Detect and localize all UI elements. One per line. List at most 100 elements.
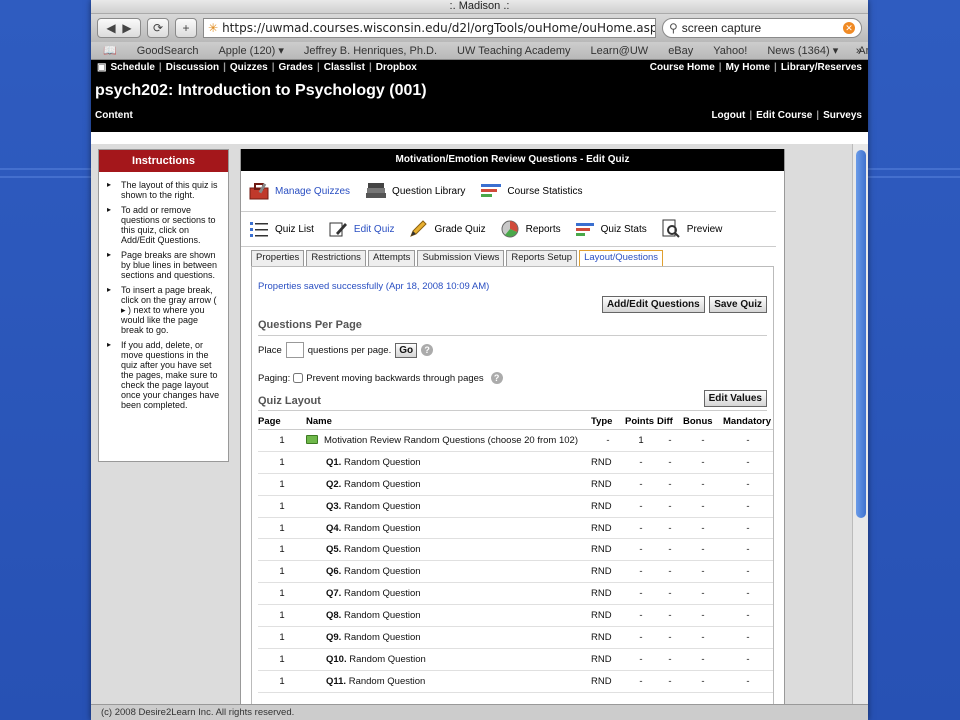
course-statistics-link[interactable]: Course Statistics <box>479 181 582 201</box>
table-row[interactable]: 1 Q9. Random Question RND - - - - <box>258 626 773 649</box>
cell-mandatory: - <box>723 670 773 693</box>
vertical-scrollbar[interactable] <box>852 144 868 704</box>
nav-content[interactable]: Content <box>95 110 133 121</box>
question-name[interactable]: Random Question <box>344 501 421 512</box>
bookmark-item[interactable]: GoodSearch <box>137 45 199 57</box>
table-row[interactable]: 1 Q2. Random Question RND - - - - <box>258 473 773 496</box>
edit-quiz-link[interactable]: Edit Quiz <box>326 219 395 239</box>
manage-quizzes-label[interactable]: Manage Quizzes <box>275 186 350 197</box>
tab-layout-questions[interactable]: Layout/Questions <box>579 250 664 266</box>
question-name[interactable]: Random Question <box>344 566 421 577</box>
table-row[interactable]: 1 Q1. Random Question RND - - - - <box>258 451 773 474</box>
back-arrow-icon[interactable]: ◀ <box>106 21 115 35</box>
reports-link[interactable]: Reports <box>498 219 561 239</box>
bookmark-item[interactable]: Yahoo! <box>713 45 747 57</box>
search-value[interactable]: screen capture <box>682 21 839 35</box>
bookmarks-book-icon[interactable]: 📖 <box>103 44 117 57</box>
nav-classlist[interactable]: Classlist <box>322 62 367 73</box>
bookmark-item[interactable]: Learn@UW <box>591 45 649 57</box>
address-bar[interactable]: ✳ https://uwmad.courses.wisconsin.edu/d2… <box>203 18 656 38</box>
tab-attempts[interactable]: Attempts <box>367 250 416 266</box>
nav-quizzes[interactable]: Quizzes <box>228 62 270 73</box>
nav-course-home[interactable]: Course Home <box>648 62 717 73</box>
question-name[interactable]: Random Question <box>344 610 421 621</box>
nav-dropbox[interactable]: Dropbox <box>374 62 419 73</box>
help-icon[interactable]: ? <box>490 372 503 384</box>
nav-menu-icon[interactable]: ▣ <box>95 62 108 73</box>
cell-name: Q5. Random Question <box>306 538 591 562</box>
list-icon <box>247 219 271 239</box>
table-row[interactable]: 1 Q7. Random Question RND - - - - <box>258 582 773 606</box>
table-row[interactable]: 1 Q5. Random Question RND - - - - <box>258 538 773 562</box>
go-button[interactable]: Go <box>395 342 418 358</box>
questions-per-page-input[interactable] <box>285 342 304 358</box>
save-quiz-button[interactable]: Save Quiz <box>709 296 767 313</box>
grade-quiz-label[interactable]: Grade Quiz <box>434 224 485 235</box>
bookmark-item[interactable]: Apple (120) ▾ <box>218 44 283 57</box>
question-name[interactable]: Random Question <box>349 654 426 665</box>
question-name[interactable]: Random Question <box>344 479 421 490</box>
question-name[interactable]: Random Question <box>344 523 421 534</box>
back-forward-buttons[interactable]: ◀ ▶ <box>97 18 141 38</box>
edit-quiz-label[interactable]: Edit Quiz <box>354 224 395 235</box>
qpp-suffix: questions per page. <box>307 344 392 356</box>
section-name[interactable]: Motivation Review Random Questions (choo… <box>324 435 578 446</box>
grade-quiz-link[interactable]: Grade Quiz <box>406 219 486 239</box>
quiz-stats-label[interactable]: Quiz Stats <box>601 224 647 235</box>
bookmark-item[interactable]: eBay <box>668 45 693 57</box>
add-edit-questions-button[interactable]: Add/Edit Questions <box>601 296 705 313</box>
quiz-list-link[interactable]: Quiz List <box>247 219 314 239</box>
preview-link[interactable]: Preview <box>659 219 723 239</box>
help-icon[interactable]: ? <box>421 344 434 356</box>
question-name[interactable]: Random Question <box>344 544 421 555</box>
table-row[interactable]: 1 Q8. Random Question RND - - - - <box>258 604 773 628</box>
cell-mandatory: - <box>723 560 773 584</box>
table-row[interactable]: 1 Q3. Random Question RND - - - - <box>258 495 773 518</box>
bookmark-item[interactable]: UW Teaching Academy <box>457 45 571 57</box>
tab-properties[interactable]: Properties <box>251 250 305 266</box>
reports-label[interactable]: Reports <box>526 224 561 235</box>
tab-reports-setup[interactable]: Reports Setup <box>506 250 578 266</box>
bookmarks-overflow-icon[interactable]: » <box>856 45 862 57</box>
nav-edit-course[interactable]: Edit Course <box>754 110 814 121</box>
tab-restrictions[interactable]: Restrictions <box>306 250 366 266</box>
url-text[interactable]: https://uwmad.courses.wisconsin.edu/d2l/… <box>222 21 655 35</box>
forward-arrow-icon[interactable]: ▶ <box>122 21 131 35</box>
preview-label[interactable]: Preview <box>687 224 723 235</box>
cell-points: - <box>625 451 657 474</box>
nav-library-reserves[interactable]: Library/Reserves <box>779 62 864 73</box>
table-row[interactable]: 1 Q6. Random Question RND - - - - <box>258 560 773 584</box>
question-name[interactable]: Random Question <box>344 588 421 599</box>
scrollbar-thumb[interactable] <box>856 150 866 518</box>
quiz-list-label[interactable]: Quiz List <box>275 224 314 235</box>
question-name[interactable]: Random Question <box>344 457 421 468</box>
table-row[interactable]: 1 Q11. Random Question RND - - - - <box>258 670 773 693</box>
tab-submission-views[interactable]: Submission Views <box>417 250 505 266</box>
cell-bonus: - <box>683 451 723 474</box>
question-name[interactable]: Random Question <box>344 632 421 643</box>
prevent-backwards-checkbox[interactable] <box>293 373 304 383</box>
clear-search-icon[interactable]: ✕ <box>843 22 855 34</box>
nav-logout[interactable]: Logout <box>709 110 747 121</box>
edit-values-button[interactable]: Edit Values <box>703 390 767 407</box>
course-statistics-label[interactable]: Course Statistics <box>507 186 582 197</box>
table-row[interactable]: 1 Q4. Random Question RND - - - - <box>258 517 773 540</box>
bookmark-item[interactable]: News (1364) ▾ <box>767 44 838 57</box>
reload-button[interactable]: ⟳ <box>147 18 169 38</box>
question-name[interactable]: Random Question <box>349 676 426 687</box>
manage-quizzes-link[interactable]: Manage Quizzes <box>247 181 350 201</box>
new-tab-button[interactable]: + <box>175 18 197 38</box>
nav-discussion[interactable]: Discussion <box>164 62 221 73</box>
table-row[interactable]: 1 Q10. Random Question RND - - - - <box>258 648 773 671</box>
nav-my-home[interactable]: My Home <box>724 62 772 73</box>
nav-schedule[interactable]: Schedule <box>108 62 156 73</box>
cell-type: - <box>591 429 625 452</box>
section-row[interactable]: 1 Motivation Review Random Questions (ch… <box>258 429 773 452</box>
bookmark-item[interactable]: Jeffrey B. Henriques, Ph.D. <box>304 45 437 57</box>
nav-surveys[interactable]: Surveys <box>821 110 864 121</box>
nav-grades[interactable]: Grades <box>277 62 315 73</box>
search-input[interactable]: ⚲ screen capture ✕ <box>662 18 862 38</box>
question-library-link[interactable]: Question Library <box>364 181 465 201</box>
question-library-label[interactable]: Question Library <box>392 186 465 197</box>
quiz-stats-link[interactable]: Quiz Stats <box>573 219 647 239</box>
